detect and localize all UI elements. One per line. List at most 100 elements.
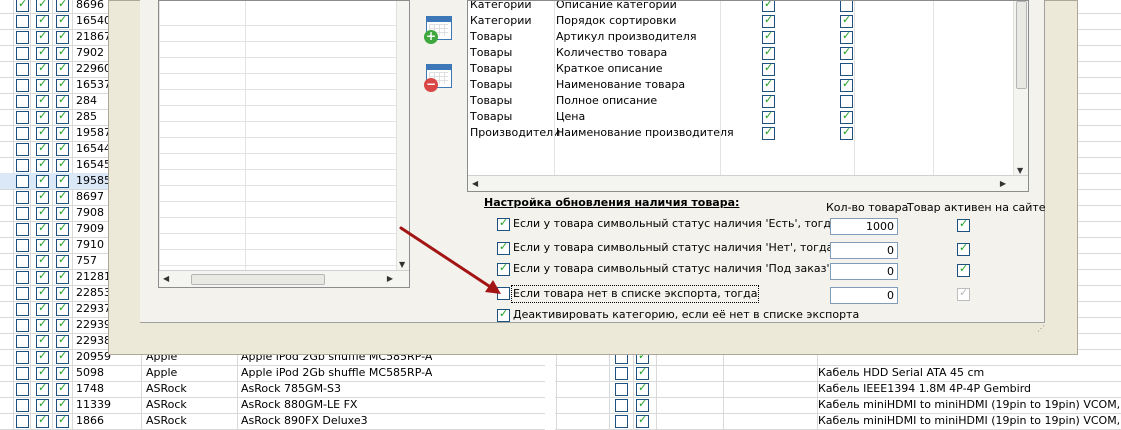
list-item[interactable] bbox=[159, 105, 399, 122]
row-checkbox[interactable] bbox=[636, 365, 649, 380]
row-checkbox[interactable] bbox=[16, 63, 29, 76]
row-checkbox[interactable] bbox=[56, 0, 69, 12]
row-checkbox[interactable] bbox=[36, 205, 49, 220]
table-row[interactable]: 1748 ASRock AsRock 785GM-S3 bbox=[0, 381, 545, 398]
row-checkbox[interactable] bbox=[36, 109, 49, 124]
row-checkbox[interactable] bbox=[56, 189, 69, 204]
left-grid-horizontal-scrollbar[interactable]: ◀ ▶ bbox=[159, 270, 409, 287]
mapping-update-checkbox[interactable] bbox=[840, 125, 853, 140]
row-checkbox[interactable] bbox=[16, 335, 29, 348]
table-row[interactable]: Кабель miniHDMI to miniHDMI (19pin to 19… bbox=[555, 413, 1121, 430]
row-checkbox[interactable] bbox=[56, 333, 69, 348]
list-item[interactable] bbox=[159, 185, 399, 202]
row-checkbox[interactable] bbox=[615, 383, 628, 396]
mapping-update-checkbox[interactable] bbox=[840, 45, 853, 60]
row-checkbox[interactable] bbox=[56, 173, 69, 188]
mapping-grid-horizontal-scrollbar[interactable]: ◀ ▶ bbox=[468, 175, 1028, 191]
row-checkbox[interactable] bbox=[16, 399, 29, 412]
row-checkbox[interactable] bbox=[56, 317, 69, 332]
row-checkbox[interactable] bbox=[16, 191, 29, 204]
row-checkbox[interactable] bbox=[16, 0, 29, 12]
row-checkbox[interactable] bbox=[56, 125, 69, 140]
list-item[interactable] bbox=[159, 9, 399, 26]
table-row[interactable]: 1866 ASRock AsRock 890FX Deluxe3 bbox=[0, 413, 545, 430]
row-checkbox[interactable] bbox=[36, 45, 49, 60]
mapping-update-checkbox[interactable] bbox=[840, 29, 853, 44]
mapping-update-checkbox[interactable] bbox=[840, 77, 853, 92]
row-checkbox[interactable] bbox=[36, 93, 49, 108]
row-checkbox[interactable] bbox=[36, 237, 49, 252]
list-item[interactable] bbox=[159, 25, 399, 42]
row-checkbox[interactable] bbox=[36, 13, 49, 28]
row-checkbox[interactable] bbox=[16, 207, 29, 220]
row-checkbox[interactable] bbox=[36, 269, 49, 284]
row-checkbox[interactable] bbox=[16, 175, 29, 188]
quantity-input[interactable]: 0 bbox=[830, 242, 898, 259]
scroll-left-arrow-icon[interactable]: ◀ bbox=[163, 274, 169, 283]
table-row[interactable]: 5098 Apple Apple iPod 2Gb shuffle MC585RP-… bbox=[0, 365, 545, 382]
row-checkbox[interactable] bbox=[56, 13, 69, 28]
row-checkbox[interactable] bbox=[56, 205, 69, 220]
row-checkbox[interactable] bbox=[36, 317, 49, 332]
quantity-input[interactable]: 0 bbox=[830, 263, 898, 280]
row-checkbox[interactable] bbox=[56, 237, 69, 252]
mapping-export-checkbox[interactable] bbox=[762, 13, 775, 28]
row-checkbox[interactable] bbox=[36, 349, 49, 364]
row-checkbox[interactable] bbox=[56, 301, 69, 316]
row-checkbox[interactable] bbox=[36, 413, 49, 428]
row-checkbox[interactable] bbox=[36, 77, 49, 92]
field-mapping-grid[interactable]: Категории Описание категории Категории Поря… bbox=[467, 0, 1029, 192]
row-checkbox[interactable] bbox=[36, 173, 49, 188]
scroll-right-arrow-icon[interactable]: ▶ bbox=[387, 274, 393, 283]
product-active-checkbox[interactable] bbox=[957, 262, 970, 277]
row-checkbox[interactable] bbox=[56, 221, 69, 236]
product-active-checkbox[interactable] bbox=[957, 241, 970, 256]
row-checkbox[interactable] bbox=[16, 383, 29, 396]
row-checkbox[interactable] bbox=[615, 415, 628, 428]
row-checkbox[interactable] bbox=[56, 157, 69, 172]
row-checkbox[interactable] bbox=[36, 157, 49, 172]
row-checkbox[interactable] bbox=[56, 397, 69, 412]
row-checkbox[interactable] bbox=[36, 141, 49, 156]
mapping-update-checkbox[interactable] bbox=[840, 63, 853, 76]
row-checkbox[interactable] bbox=[36, 397, 49, 412]
row-checkbox[interactable] bbox=[615, 399, 628, 412]
row-checkbox[interactable] bbox=[56, 45, 69, 60]
row-checkbox[interactable] bbox=[16, 319, 29, 332]
row-checkbox[interactable] bbox=[636, 381, 649, 396]
mapping-export-checkbox[interactable] bbox=[762, 125, 775, 140]
row-checkbox[interactable] bbox=[36, 381, 49, 396]
table-row[interactable]: 11339 ASRock AsRock 880GM-LE FX bbox=[0, 397, 545, 414]
row-checkbox[interactable] bbox=[16, 303, 29, 316]
mapping-export-checkbox[interactable] bbox=[762, 61, 775, 76]
list-item[interactable] bbox=[159, 169, 399, 186]
row-checkbox[interactable] bbox=[36, 125, 49, 140]
row-checkbox[interactable] bbox=[16, 143, 29, 156]
mapping-export-checkbox[interactable] bbox=[762, 29, 775, 44]
list-item[interactable] bbox=[159, 249, 399, 266]
scroll-left-arrow-icon[interactable]: ◀ bbox=[472, 179, 478, 188]
quantity-input[interactable]: 0 bbox=[830, 287, 898, 304]
list-item[interactable] bbox=[159, 137, 399, 154]
row-checkbox[interactable] bbox=[56, 77, 69, 92]
row-checkbox[interactable] bbox=[36, 253, 49, 268]
row-checkbox[interactable] bbox=[16, 367, 29, 380]
row-checkbox[interactable] bbox=[636, 397, 649, 412]
mapping-export-checkbox[interactable] bbox=[762, 93, 775, 108]
scroll-right-arrow-icon[interactable]: ▶ bbox=[1000, 179, 1006, 188]
mapping-update-checkbox[interactable] bbox=[840, 13, 853, 28]
row-checkbox[interactable] bbox=[16, 15, 29, 28]
row-checkbox[interactable] bbox=[56, 109, 69, 124]
mapping-export-checkbox[interactable] bbox=[762, 109, 775, 124]
table-row[interactable]: Кабель IEEE1394 1.8M 4P-4P Gembird bbox=[555, 381, 1121, 398]
mapping-update-checkbox[interactable] bbox=[840, 1, 853, 12]
row-checkbox[interactable] bbox=[615, 367, 628, 380]
row-checkbox[interactable] bbox=[56, 253, 69, 268]
row-checkbox[interactable] bbox=[16, 79, 29, 92]
row-checkbox[interactable] bbox=[56, 61, 69, 76]
row-checkbox[interactable] bbox=[16, 111, 29, 124]
row-checkbox[interactable] bbox=[16, 95, 29, 108]
mapping-grid-vertical-scrollbar[interactable]: ▼ bbox=[1013, 1, 1028, 177]
row-checkbox[interactable] bbox=[56, 381, 69, 396]
vertical-scroll-thumb[interactable] bbox=[1016, 1, 1027, 89]
